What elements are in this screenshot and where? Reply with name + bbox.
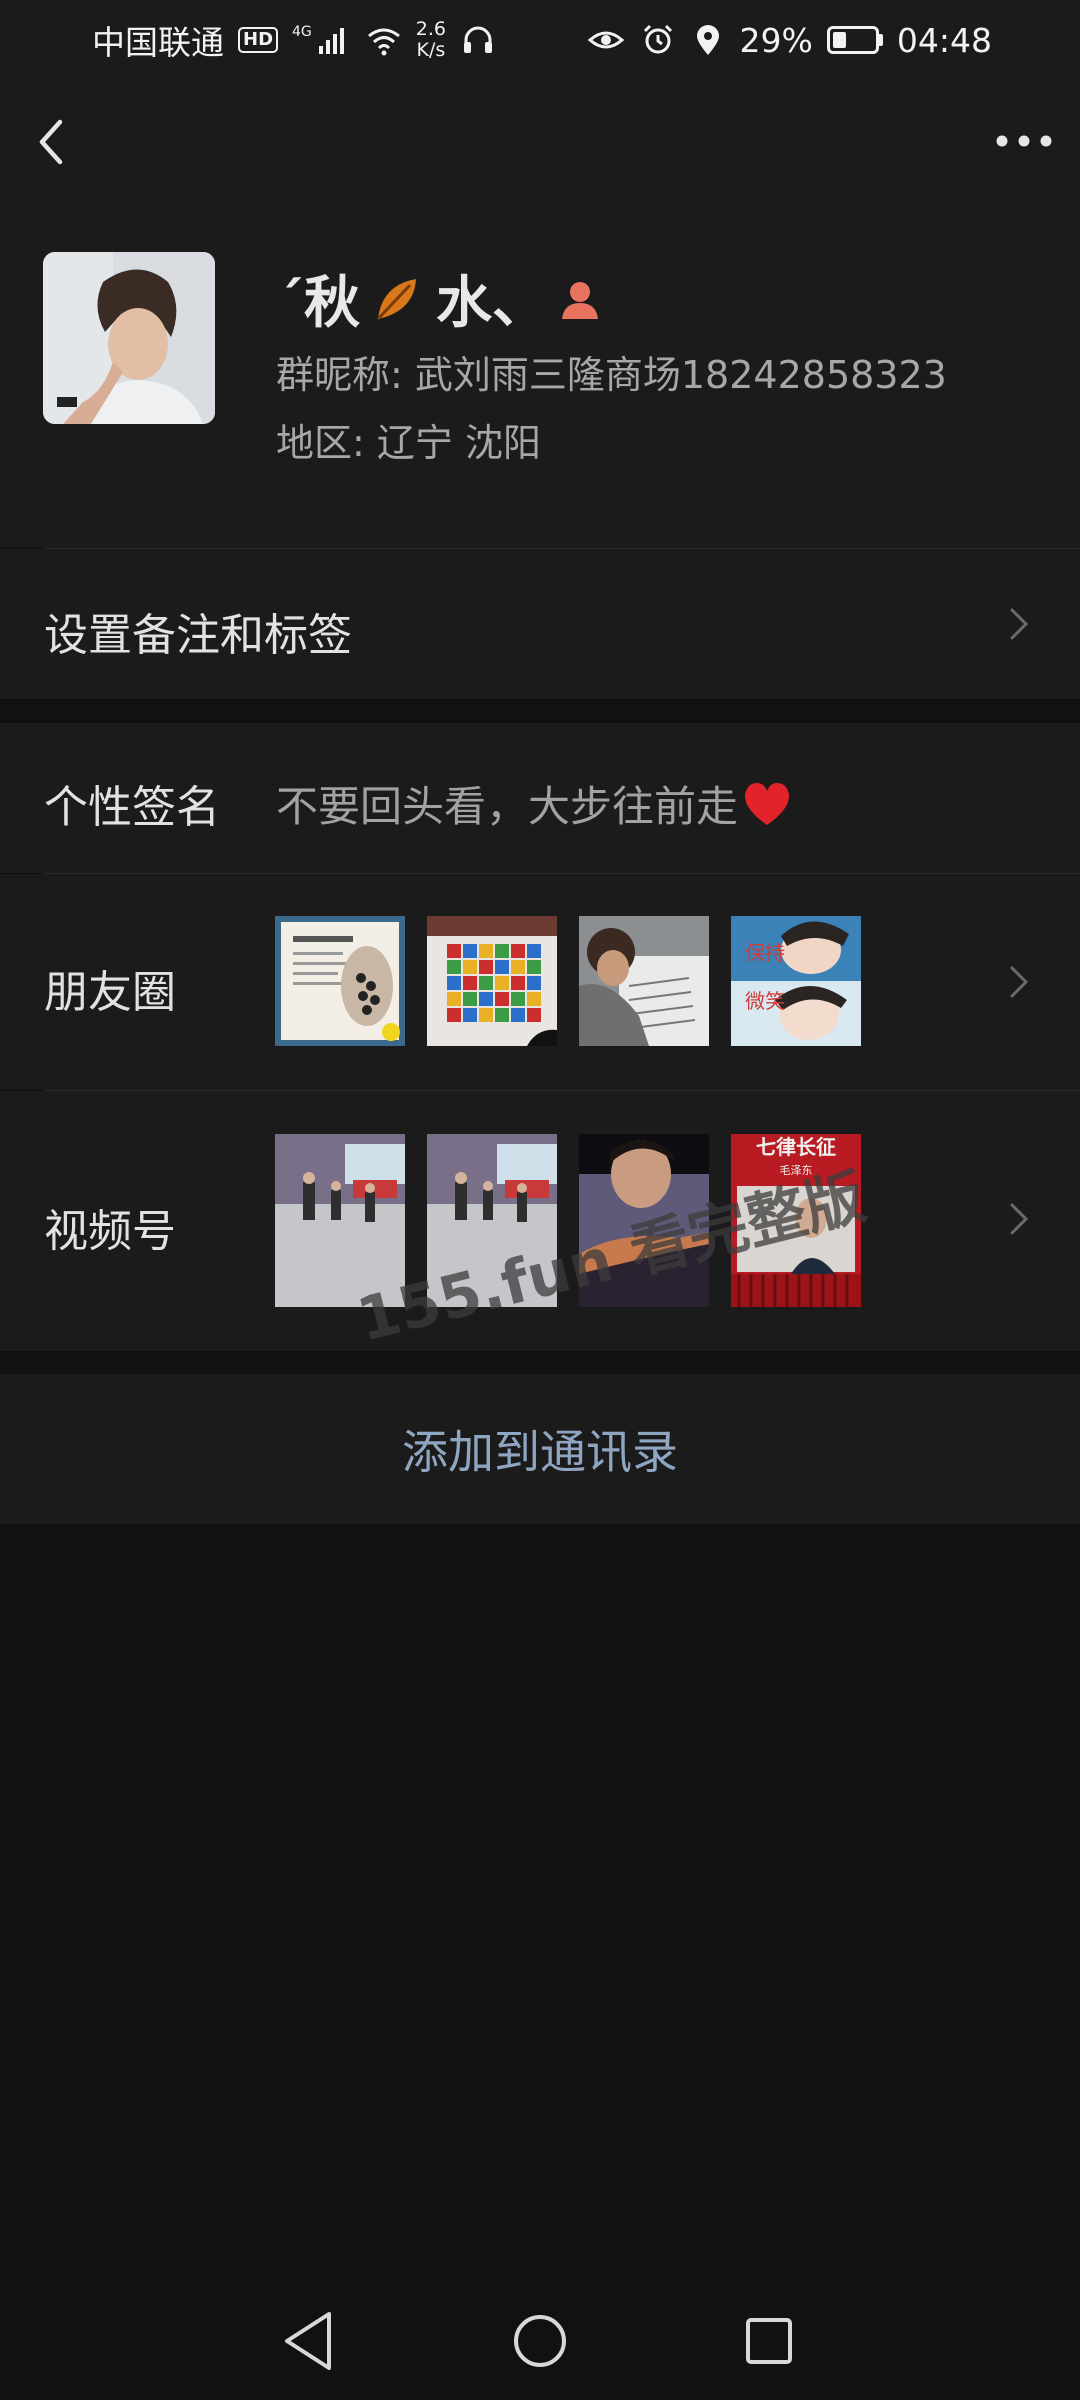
channels-thumb-4: 七律长征 毛泽东 <box>731 1134 861 1307</box>
channels-row[interactable]: 视频号 七律长征 毛泽东 <box>0 1091 1080 1351</box>
moments-label: 朋友圈 <box>44 967 176 1018</box>
channels-thumb-4-sub: 毛泽东 <box>780 1164 813 1177</box>
nav-back-icon[interactable] <box>265 2296 355 2386</box>
wifi-icon <box>367 28 400 56</box>
channels-thumb-1 <box>275 1134 405 1307</box>
net-speed-value: 2.6 <box>415 18 446 40</box>
status-bar: 中国联通 HD 4G 2.6 K/s 29% 04:48 <box>0 0 1080 80</box>
carrier-label: 中国联通 <box>92 23 224 62</box>
chevron-right-icon <box>1010 1203 1029 1235</box>
nav-recents-icon[interactable] <box>724 2296 814 2386</box>
net-speed: 2.6 K/s <box>416 19 446 61</box>
moments-thumb-2 <box>427 916 557 1046</box>
contact-name-part1: ´秋 <box>276 271 360 336</box>
headphones-icon <box>464 26 492 53</box>
remark-tags-row[interactable]: 设置备注和标签 <box>0 549 1080 699</box>
system-nav-bar <box>0 2280 1080 2400</box>
signature-label: 个性签名 <box>44 782 220 833</box>
channels-label: 视频号 <box>44 1206 176 1257</box>
section-gap <box>0 699 1080 723</box>
contact-name-part2: 水、 <box>436 271 548 336</box>
add-to-contacts-button[interactable]: 添加到通讯录 <box>0 1374 1080 1524</box>
moments-thumb-3 <box>579 916 709 1046</box>
clock: 04:48 <box>896 20 992 60</box>
remark-tags-label: 设置备注和标签 <box>44 610 352 661</box>
more-options-icon[interactable] <box>992 116 1056 166</box>
screen: 中国联通 HD 4G 2.6 K/s 29% 04:48 ´秋 水、 群昵称: … <box>0 0 1080 2400</box>
avatar[interactable] <box>43 252 215 424</box>
channels-thumb-4-title: 七律长征 <box>756 1135 836 1159</box>
moments-thumb-4-text-b: 微笑 <box>745 989 785 1013</box>
eye-icon <box>587 31 624 49</box>
signature-row: 个性签名 不要回头看，大步往前走 <box>0 723 1080 873</box>
top-bar <box>0 80 1080 210</box>
group-nickname: 群昵称: 武刘雨三隆商场18242858323 <box>276 353 947 397</box>
network-type: 4G <box>292 24 312 40</box>
back-arrow-icon[interactable] <box>28 110 82 174</box>
signature-content: 不要回头看，大步往前走 <box>276 773 792 834</box>
battery-icon <box>826 26 883 54</box>
section-gap <box>0 1351 1080 1374</box>
channels-thumb-3 <box>579 1134 709 1307</box>
signal-icon <box>318 28 344 54</box>
nav-home-icon[interactable] <box>495 2296 585 2386</box>
chevron-right-icon <box>1010 608 1029 640</box>
moments-thumb-4-text-a: 保持 <box>745 941 785 965</box>
hd-badge: HD <box>238 27 279 53</box>
autumn-leaf-icon <box>376 278 416 320</box>
contact-name: ´秋 水、 <box>276 258 602 339</box>
chevron-right-icon <box>1010 966 1029 998</box>
moments-thumb-1 <box>275 916 405 1046</box>
person-emoji-icon <box>562 281 598 319</box>
signature-text: 不要回头看，大步往前走 <box>276 782 739 831</box>
profile-card: ´秋 水、 群昵称: 武刘雨三隆商场18242858323 地区: 辽宁 沈阳 <box>0 210 1080 548</box>
red-heart-icon <box>744 782 790 825</box>
net-speed-unit: K/s <box>416 39 446 61</box>
moments-row[interactable]: 朋友圈 保持 微笑 <box>0 874 1080 1090</box>
moments-thumb-4: 保持 微笑 <box>731 916 861 1046</box>
channels-thumb-2 <box>427 1134 557 1307</box>
location-icon <box>696 25 719 55</box>
alarm-icon <box>643 24 672 54</box>
battery-percent: 29% <box>739 20 813 60</box>
region: 地区: 辽宁 沈阳 <box>276 421 541 465</box>
